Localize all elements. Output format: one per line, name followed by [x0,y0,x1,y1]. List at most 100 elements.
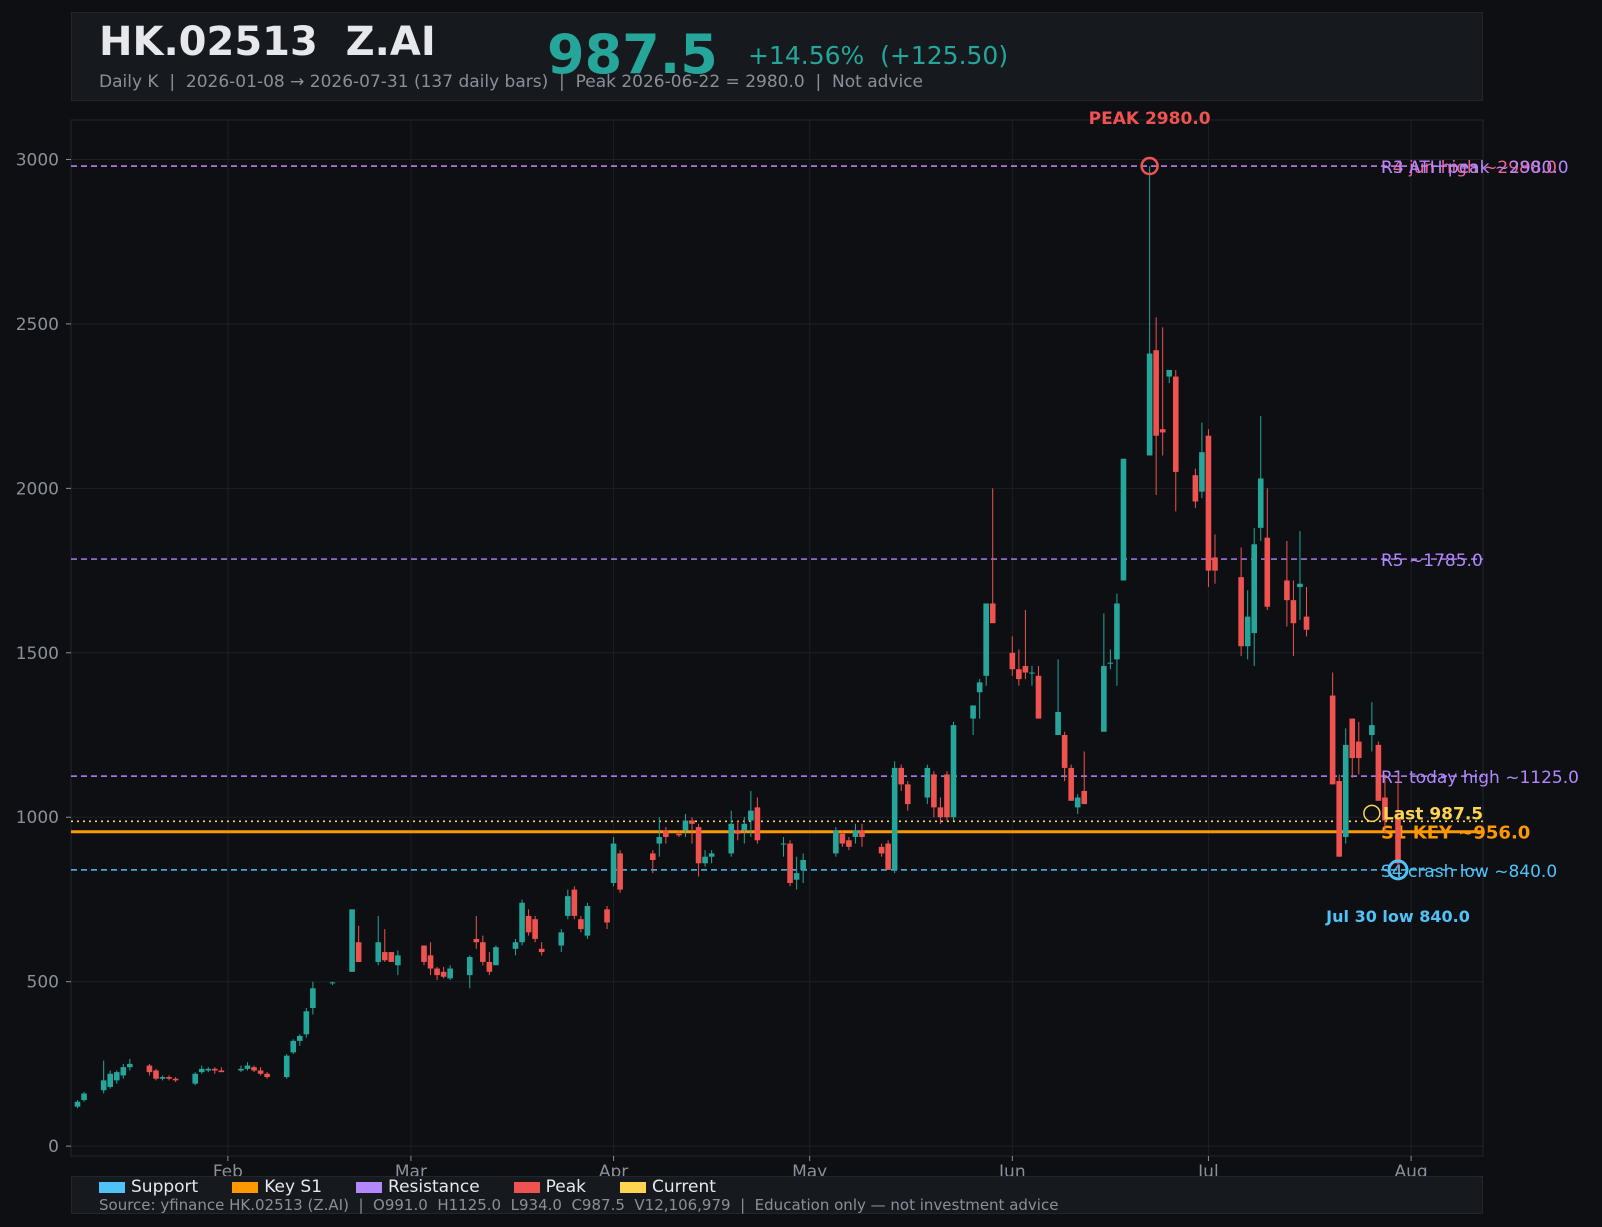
candle-body [846,840,852,847]
legend-item: Support [99,1177,199,1197]
y-axis: 0 500 1000 1500 2000 2500 3000 [16,150,71,1157]
candle-body [1290,600,1297,624]
candle-body [434,968,440,976]
x-tick-label: Mar [395,1162,427,1176]
legend-label: Resistance [388,1177,480,1197]
candle-body [1342,744,1349,837]
candle-body [656,836,663,844]
candle-body [264,1073,270,1078]
candle-body [1055,712,1061,736]
candle-body [1336,781,1342,857]
level-label: R3 ATH peak ~2980.0 [1381,158,1569,178]
y-tick-label: 500 [27,973,59,993]
candle-body [1192,475,1199,502]
y-tick-label: 3000 [16,150,59,170]
candle-body [787,843,793,884]
candle-body [748,810,754,821]
candle-body [937,807,944,818]
candle-body [257,1070,264,1074]
candle-body [950,725,957,818]
legend-label: Support [131,1177,199,1197]
candle-body [1081,790,1088,805]
legend-item: Key S1 [232,1177,323,1197]
candle-body [166,1077,172,1079]
candle-body [617,853,623,890]
candle-body [859,830,865,837]
candle-body [800,860,806,870]
candle-body [1068,767,1074,801]
candle-body [780,843,787,845]
candle-body [1074,797,1081,808]
current-label: Last 987.5 [1383,804,1483,824]
level-label: R1 today high ~1125.0 [1381,768,1579,788]
candle-body [1172,376,1179,472]
legend-item: Resistance [356,1177,480,1197]
level-label: R5 ~1785.0 [1381,551,1483,571]
candle-body [1238,577,1244,647]
candle-body [584,906,591,936]
candle-body [1107,662,1114,664]
candle-body [329,982,336,984]
peak-label: PEAK 2980.0 [1089,109,1211,129]
y-tick-label: 2500 [16,315,59,335]
candle-body [440,971,447,977]
candle-body [1369,725,1375,736]
x-tick-label: Aug [1394,1162,1427,1176]
candle-body [1009,652,1016,670]
candle-body [1159,429,1166,433]
candle-body [1251,544,1258,634]
legend: Support Key S1 Resistance Peak Current [99,1177,750,1197]
candle-body [473,938,480,943]
legend-swatch [232,1181,259,1193]
candle-body [944,774,950,818]
source-note: Source: yfinance HK.02513 (Z.AI) | O991.… [99,1196,1059,1214]
candle-body [538,948,545,953]
candle-body [695,827,702,864]
candle-body [1199,452,1205,492]
candle-body [793,873,800,880]
candle-body [1016,669,1022,680]
candle-body [303,1011,310,1035]
legend-label: Key S1 [264,1177,323,1197]
candle-body [480,942,486,962]
candle-body [754,807,761,841]
candle-body [904,784,911,805]
candle-body [878,846,885,854]
candle-body [146,1065,153,1073]
level-label: S1 KEY ~956.0 [1381,823,1530,844]
legend-label: Current [652,1177,716,1197]
candle-body [466,957,473,976]
candle-body [741,823,748,831]
candle-body [212,1068,218,1071]
candle-body [1166,369,1173,377]
y-tick-label: 2000 [16,479,59,499]
candle-body [891,767,898,870]
candle-body [676,833,682,836]
candle-body [381,952,388,961]
plot-area [70,119,1484,1157]
candle-body [1029,672,1035,674]
legend-item: Peak [513,1177,586,1197]
candle-body [1355,741,1362,759]
candle-body [604,909,610,923]
candle-body [1022,665,1029,673]
candle-body [100,1080,107,1091]
y-tick-label: 1500 [16,644,59,664]
candle-body [290,1040,297,1053]
candle-body [970,705,976,719]
candle-body [1349,718,1356,759]
candle-body [989,603,996,624]
candle-body [153,1070,159,1079]
candle-body [388,952,395,962]
candle-body [355,942,362,962]
candle-body [1375,744,1382,801]
candle-body [708,853,715,857]
candle-body [375,942,382,962]
candle-body [447,968,453,979]
candle-body [310,988,316,1008]
candle-body [1297,583,1303,588]
candle-body [395,955,401,966]
candle-body [1035,675,1042,719]
candle-body [349,909,355,972]
legend-item: Current [620,1177,716,1197]
